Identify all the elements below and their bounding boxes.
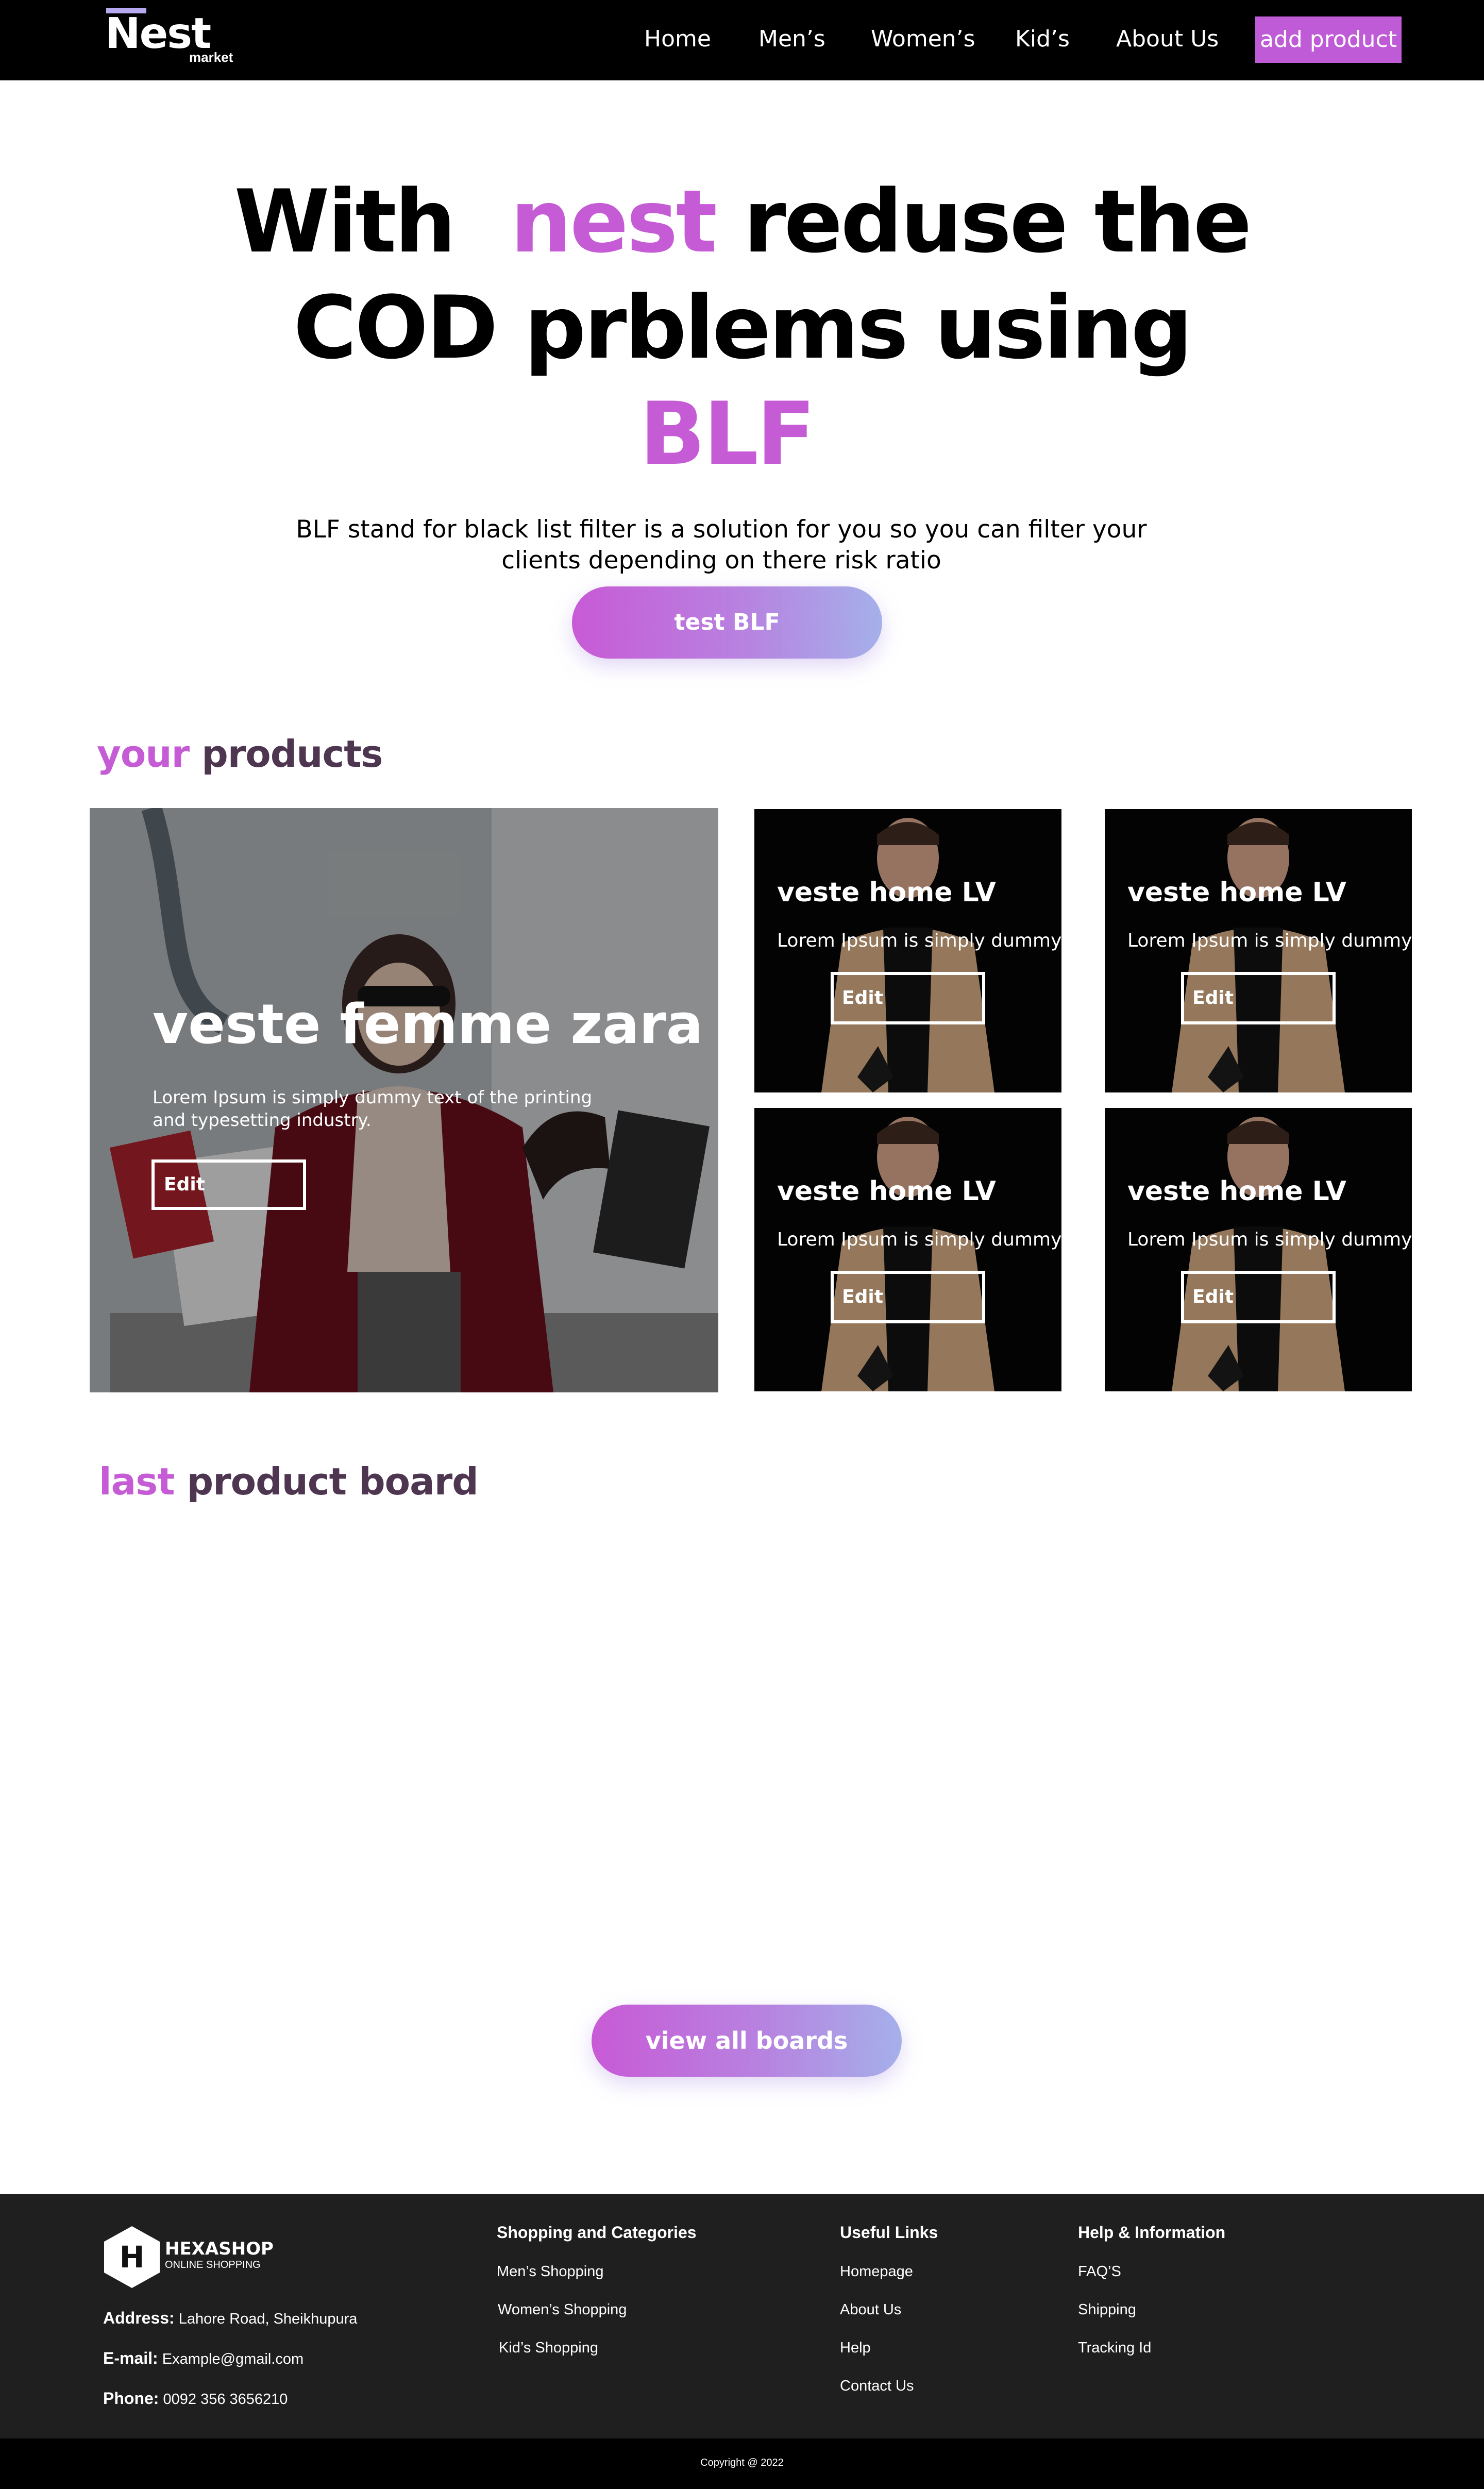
nav-kids[interactable]: Kid’s bbox=[1015, 24, 1070, 55]
product-title: veste home LV bbox=[1127, 1176, 1346, 1207]
view-all-boards-button[interactable]: view all boards bbox=[592, 2005, 902, 2077]
footer-email-value[interactable]: Example@gmail.com bbox=[162, 2351, 303, 2367]
featured-product-title: veste femme zara bbox=[153, 993, 703, 1056]
copyright-text: Copyright @ 2022 bbox=[700, 2457, 784, 2468]
product-card[interactable]: veste home LV Lorem Ipsum is simply dumm… bbox=[754, 809, 1061, 1092]
footer-heading-help-information: Help & Information bbox=[1078, 2223, 1226, 2242]
hero-description-line-1: BLF stand for black list filter is a sol… bbox=[296, 515, 1147, 544]
footer-link-contact-us[interactable]: Contact Us bbox=[840, 2378, 914, 2395]
footer-link-faqs[interactable]: FAQ’S bbox=[1078, 2263, 1121, 2280]
hero-headline-line-2: COD prblems using bbox=[293, 277, 1193, 378]
footer-heading-useful-links: Useful Links bbox=[840, 2223, 938, 2242]
test-blf-button[interactable]: test BLF bbox=[572, 586, 882, 659]
footer-address-label: Address: bbox=[103, 2309, 175, 2327]
featured-product-description-2: and typesetting industry. bbox=[153, 1110, 372, 1131]
featured-product-card[interactable]: veste femme zara Lorem Ipsum is simply d… bbox=[90, 808, 718, 1392]
footer: H HEXASHOP ONLINE SHOPPING Address: Laho… bbox=[0, 2194, 1484, 2438]
footer-heading-shopping: Shopping and Categories bbox=[497, 2223, 697, 2242]
product-description: Lorem Ipsum is simply dummy bbox=[777, 1229, 1061, 1250]
board-title-rest: product board bbox=[187, 1460, 479, 1503]
product-card[interactable]: veste home LV Lorem Ipsum is simply dumm… bbox=[754, 1108, 1061, 1391]
product-description: Lorem Ipsum is simply dummy bbox=[777, 930, 1061, 951]
footer-link-about-us[interactable]: About Us bbox=[840, 2301, 901, 2318]
footer-phone-value: 0092 356 3656210 bbox=[163, 2391, 288, 2408]
hero-text-with: With bbox=[234, 171, 456, 272]
footer-link-homepage[interactable]: Homepage bbox=[840, 2263, 913, 2280]
product-title: veste home LV bbox=[1127, 877, 1346, 908]
product-title: veste home LV bbox=[777, 877, 996, 908]
product-edit-button[interactable]: Edit bbox=[831, 1271, 985, 1323]
product-description: Lorem Ipsum is simply dummy bbox=[1127, 1229, 1412, 1250]
nav-home[interactable]: Home bbox=[644, 24, 711, 55]
nav-mens[interactable]: Men’s bbox=[758, 24, 825, 55]
copyright-bar: Copyright @ 2022 bbox=[0, 2438, 1484, 2489]
footer-brand-tagline: ONLINE SHOPPING bbox=[165, 2259, 261, 2271]
hero-headline-blf: BLF bbox=[639, 383, 816, 484]
product-description: Lorem Ipsum is simply dummy bbox=[1127, 930, 1412, 951]
nav-womens[interactable]: Women’s bbox=[871, 24, 975, 55]
footer-link-help[interactable]: Help bbox=[840, 2340, 871, 2357]
products-title-accent: your bbox=[97, 732, 190, 776]
footer-link-shipping[interactable]: Shipping bbox=[1078, 2301, 1136, 2318]
board-title-accent: last bbox=[99, 1460, 175, 1503]
footer-link-mens-shopping[interactable]: Men’s Shopping bbox=[497, 2263, 603, 2280]
board-section-title: last product board bbox=[99, 1458, 479, 1505]
nav-about-us[interactable]: About Us bbox=[1116, 24, 1219, 55]
footer-link-womens-shopping[interactable]: Women’s Shopping bbox=[498, 2301, 627, 2318]
footer-brand-name: HEXASHOP bbox=[165, 2239, 274, 2259]
footer-link-kids-shopping[interactable]: Kid’s Shopping bbox=[499, 2340, 598, 2357]
product-title: veste home LV bbox=[777, 1176, 996, 1207]
product-card[interactable]: veste home LV Lorem Ipsum is simply dumm… bbox=[1105, 1108, 1412, 1391]
footer-address-value: Lahore Road, Sheikhupura bbox=[178, 2311, 358, 2327]
footer-email: E-mail: Example@gmail.com bbox=[103, 2349, 303, 2368]
product-card[interactable]: veste home LV Lorem Ipsum is simply dumm… bbox=[1105, 809, 1412, 1092]
hero-description-line-2: clients depending on there risk ratio bbox=[501, 546, 941, 575]
product-edit-button[interactable]: Edit bbox=[1181, 1271, 1336, 1323]
add-product-button[interactable]: add product bbox=[1255, 16, 1402, 63]
products-title-rest: products bbox=[201, 732, 383, 776]
product-edit-button[interactable]: Edit bbox=[1181, 972, 1336, 1024]
hero-text-nest: nest bbox=[510, 171, 717, 272]
footer-phone: Phone: 0092 356 3656210 bbox=[103, 2389, 288, 2408]
top-navbar: Nest market Home Men’s Women’s Kid’s Abo… bbox=[0, 0, 1484, 80]
featured-edit-button[interactable]: Edit bbox=[151, 1159, 306, 1210]
hero-headline-line-1: With nest reduse the bbox=[0, 170, 1484, 273]
hexashop-logo-mark: H bbox=[119, 2240, 145, 2275]
featured-product-description-1: Lorem Ipsum is simply dummy text of the … bbox=[153, 1087, 593, 1108]
products-section-title: your products bbox=[97, 731, 383, 777]
footer-address: Address: Lahore Road, Sheikhupura bbox=[103, 2309, 357, 2328]
logo-subtitle: market bbox=[189, 49, 233, 65]
product-edit-button[interactable]: Edit bbox=[831, 972, 985, 1024]
footer-link-tracking-id[interactable]: Tracking Id bbox=[1078, 2340, 1151, 2357]
footer-phone-label: Phone: bbox=[103, 2389, 159, 2408]
footer-email-label: E-mail: bbox=[103, 2349, 158, 2367]
hero-text-reduse: reduse the bbox=[743, 171, 1252, 272]
